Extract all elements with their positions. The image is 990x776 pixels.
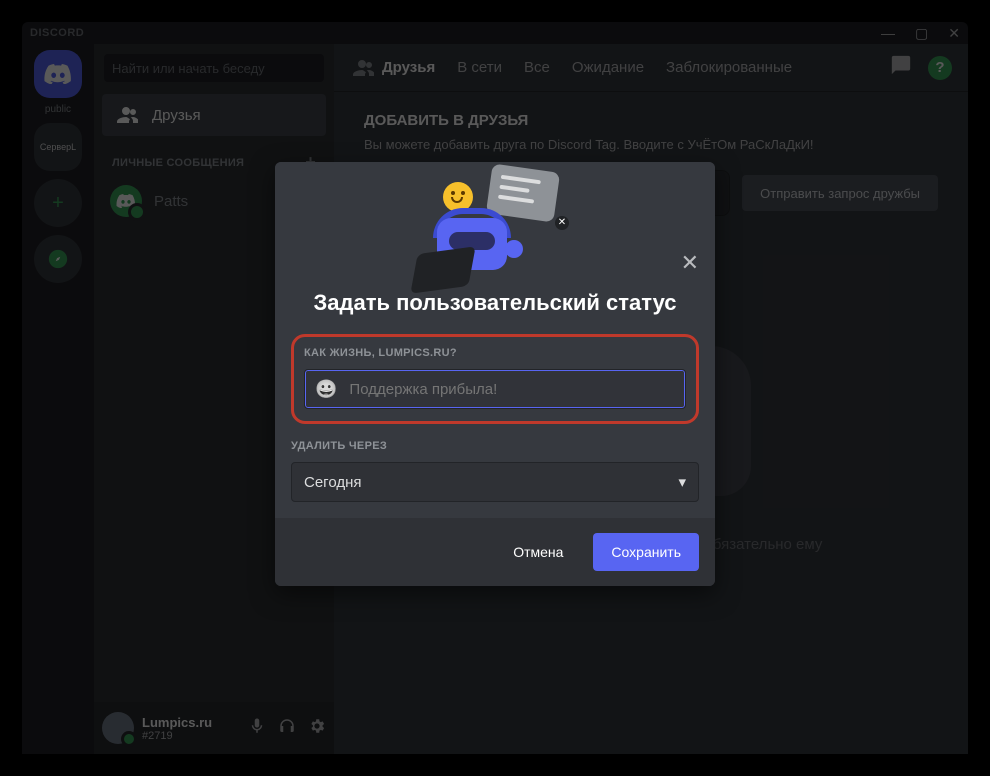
emoji-picker-button[interactable]: 😀 (315, 379, 337, 400)
status-field-label: КАК ЖИЗНЬ, LUMPICS.RU? (304, 347, 686, 359)
save-button[interactable]: Сохранить (593, 533, 699, 571)
custom-status-input[interactable] (349, 381, 675, 398)
highlighted-status-field: КАК ЖИЗНЬ, LUMPICS.RU? 😀 (291, 334, 699, 424)
modal-backdrop[interactable]: ✕ ✕ Задать пользовательский статус КАК Ж… (22, 22, 968, 754)
clear-after-label: УДАЛИТЬ ЧЕРЕЗ (291, 440, 699, 452)
modal-close-button[interactable]: ✕ (681, 250, 699, 276)
modal-title: Задать пользовательский статус (275, 290, 715, 316)
cancel-button[interactable]: Отмена (495, 533, 581, 571)
clear-after-select[interactable]: Сегодня ▾ (291, 462, 699, 502)
chevron-down-icon: ▾ (678, 473, 686, 491)
modal-illustration: ✕ (275, 162, 715, 282)
custom-status-modal: ✕ ✕ Задать пользовательский статус КАК Ж… (275, 162, 715, 586)
